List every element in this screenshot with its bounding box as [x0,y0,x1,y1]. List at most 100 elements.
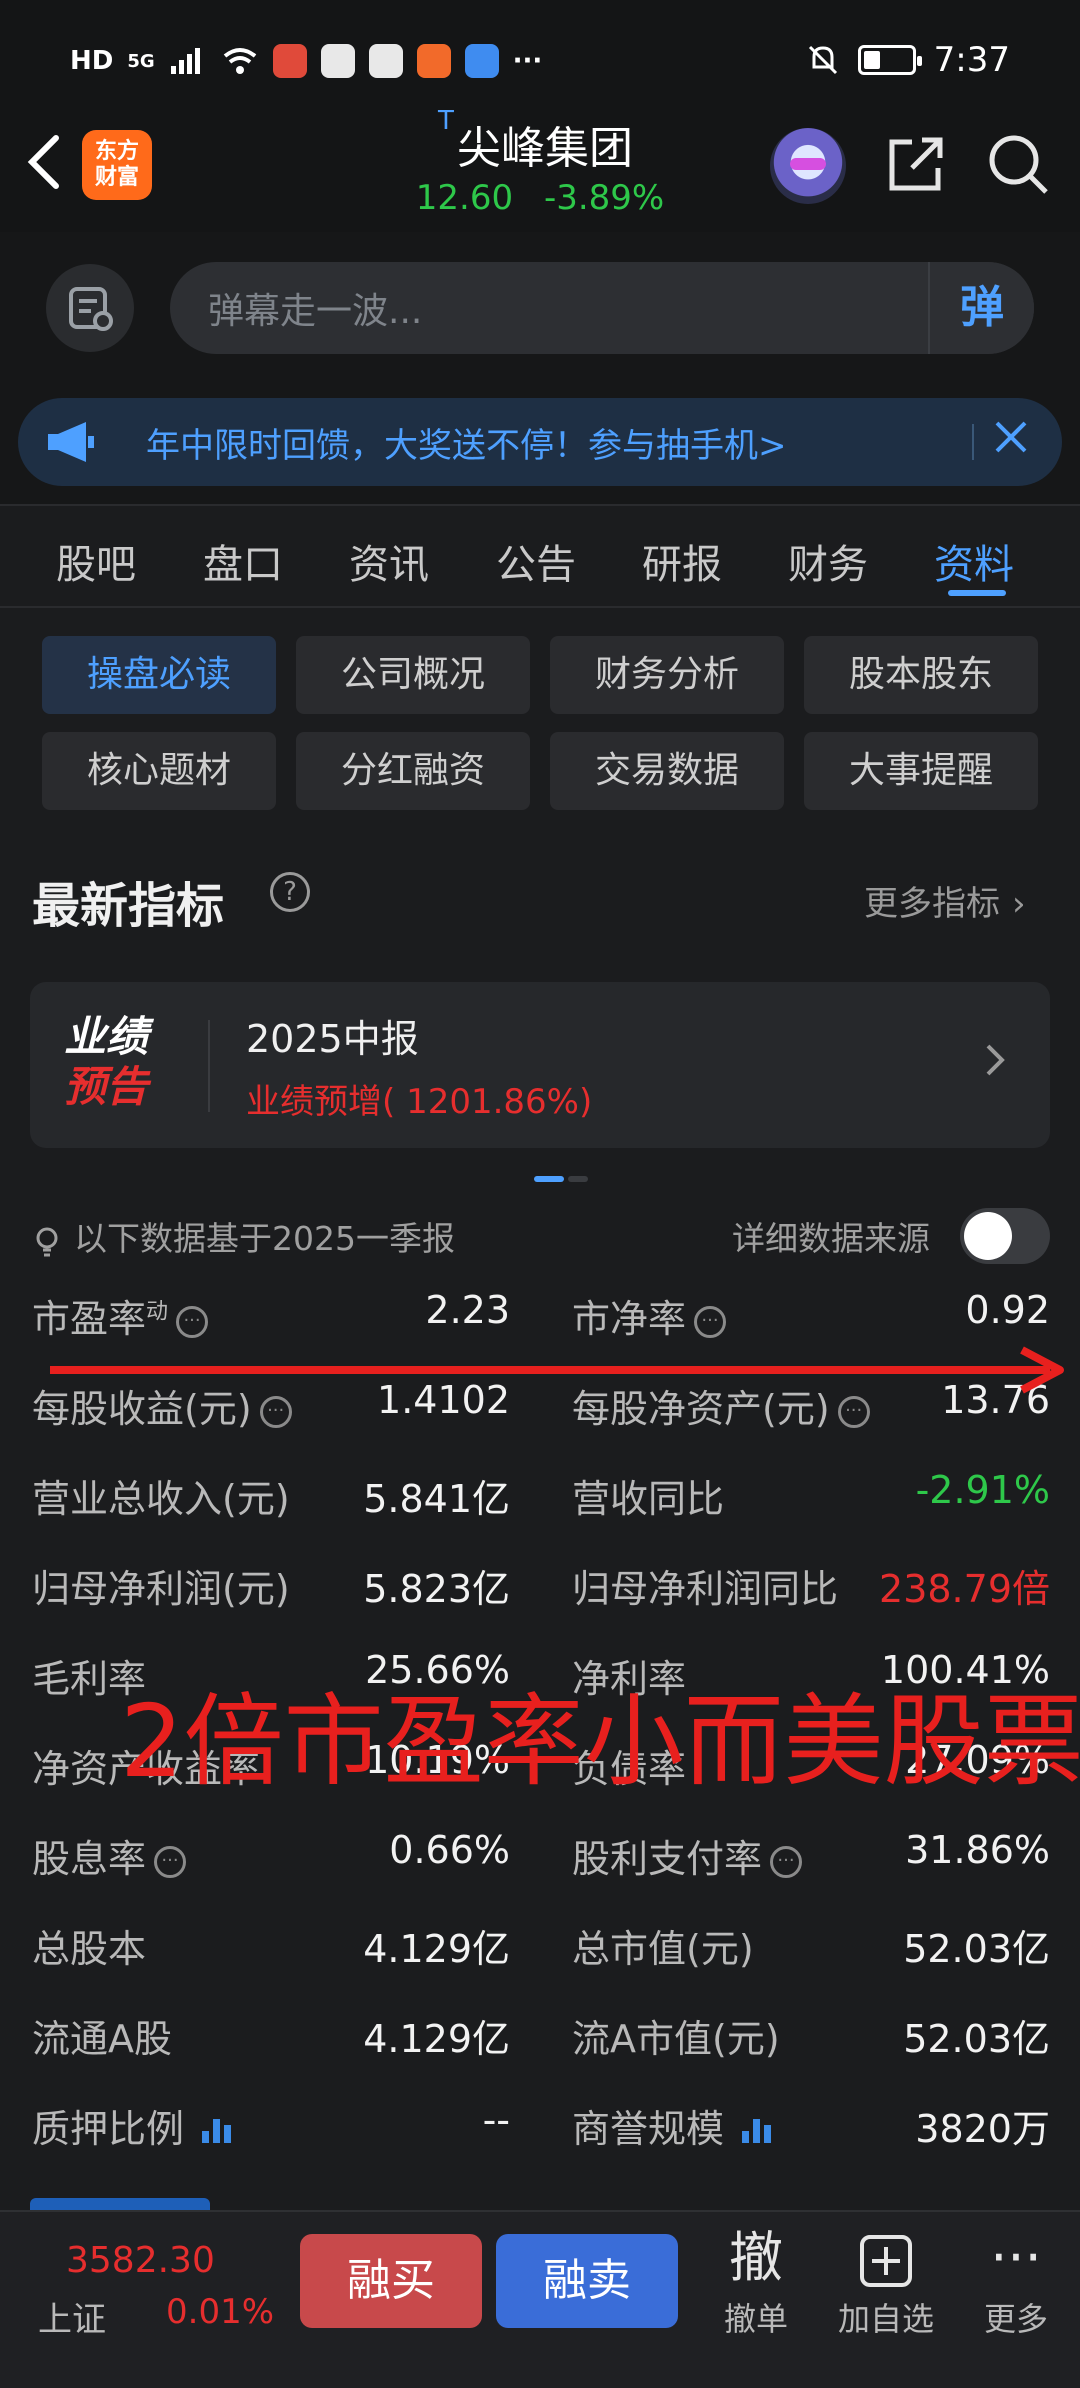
subnav-trading-guide[interactable]: 操盘必读 [42,636,276,714]
metric-label-right: 营收同比 [572,1468,724,1523]
promo-divider [972,424,974,460]
metric-label-text: 归母净利润(元) [32,1567,290,1611]
metric-label-left: 股息率 ··· [32,1828,187,1883]
annotation-text: 2倍市盈率小而美股票 [120,1683,1080,1800]
index-change[interactable]: 0.01% [166,2292,274,2332]
bar-chart-icon[interactable] [740,2110,776,2154]
metric-label-right: 市净率 ··· [572,1288,727,1343]
metric-value-right: 238.79倍 [879,1567,1050,1611]
news-app-icon [272,44,307,78]
metric-label-right: 流A市值(元) [572,2008,780,2063]
data-basis-note: 以下数据基于2025一季报 [32,1212,455,1260]
back-button[interactable] [24,132,74,202]
metric-label-left: 归母净利润(元) [32,1558,290,1613]
info-icon[interactable]: ··· [176,1305,209,1338]
help-icon[interactable]: ? [270,872,310,912]
margin-buy-button[interactable]: 融买 [300,2234,482,2328]
subnav-dividends[interactable]: 分红融资 [296,732,530,810]
more-indicators-label: 更多指标 [864,884,1000,924]
metric-label-text: 营收同比 [572,1477,725,1521]
subnav-trading-data[interactable]: 交易数据 [550,732,784,810]
subnav-core-themes[interactable]: 核心题材 [42,732,276,810]
index-name[interactable]: 上证 [38,2292,106,2341]
app-notify-icon-3 [416,44,451,78]
info-icon[interactable]: ··· [154,1845,187,1878]
tab-announcements[interactable]: 公告 [496,532,576,590]
subnav-financial-analysis[interactable]: 财务分析 [550,636,784,714]
promo-close-button[interactable] [986,416,1036,466]
metric-value-left: 5.841亿 [363,1477,510,1521]
app-notify-icon-2 [368,44,403,78]
metric-label-text: 归母净利润同比 [572,1567,839,1611]
close-icon [995,421,1027,453]
metric-value-right: -2.91% [915,1468,1050,1512]
carousel-pager [534,1176,594,1182]
tab-pankou[interactable]: 盘口 [203,532,283,590]
cancel-order-icon: 撤 [729,2226,783,2289]
metric-label-text: 流A市值(元) [572,2017,780,2061]
subnav-shareholders[interactable]: 股本股东 [804,636,1038,714]
main-tabs: 股吧 盘口 资讯 公告 研报 财务 资料 [0,504,1080,608]
tab-news[interactable]: 资讯 [349,532,429,590]
tab-research[interactable]: 研报 [642,532,722,590]
share-button[interactable] [884,132,948,196]
cancel-order-button[interactable]: 撤 撤单 [696,2222,816,2340]
data-source-toggle[interactable] [960,1208,1050,1264]
forecast-card[interactable] [30,982,1050,1148]
tab-profile[interactable]: 资料 [934,532,1014,590]
metric-label-right: 总市值(元) [572,1918,754,1973]
metric-value-right: 0.92 [965,1288,1050,1332]
status-bar-right: 7:37 [806,40,1010,80]
metric-label-text: 总股本 [32,1927,147,1971]
metric-label-right: 归母净利润同比 [572,1558,838,1613]
card-divider [208,1020,210,1112]
metric-value-left: -- [482,2098,510,2142]
add-watchlist-button[interactable]: 加自选 [826,2222,946,2340]
bar-chart-icon[interactable] [200,2110,236,2154]
metric-superscript: 动 [146,1299,169,1325]
robot-assistant-avatar[interactable] [770,128,846,204]
info-icon[interactable]: ··· [259,1395,292,1428]
promo-text[interactable]: 年中限时回馈，大奖送不停！参与抽手机> [146,418,787,467]
add-watchlist-label: 加自选 [837,2300,934,2338]
chevron-left-icon [27,135,59,189]
tab-finance[interactable]: 财务 [788,532,868,590]
metric-label-left: 市盈率动 ··· [32,1288,209,1343]
metric-value-left: 4.129亿 [363,2017,510,2061]
metric-label-text: 市净率 [572,1297,687,1341]
margin-sell-button[interactable]: 融卖 [496,2234,678,2328]
search-icon [989,135,1048,194]
metric-label-left: 总股本 [32,1918,146,1973]
danmaku-settings-button[interactable] [46,264,134,352]
tab-guba[interactable]: 股吧 [56,532,136,590]
subnav-company-overview[interactable]: 公司概况 [296,636,530,714]
metric-value-right: 3820万 [915,2107,1050,2151]
stock-name-text: 尖峰集团 [457,123,633,174]
danmaku-settings-icon [69,287,113,331]
metric-value-left: 0.66% [389,1828,510,1872]
more-button[interactable]: ··· 更多 [956,2222,1076,2340]
lightbulb-icon [32,1219,62,1258]
stock-change-pct: -3.89% [543,178,665,218]
subnav-events[interactable]: 大事提醒 [804,732,1038,810]
metric-label-text: 股利支付率 [572,1837,763,1881]
stock-name[interactable]: T 尖峰集团 [430,106,660,176]
index-value[interactable]: 3582.30 [66,2240,215,2281]
info-icon[interactable]: ··· [770,1845,803,1878]
network-badge: 5G [127,50,155,72]
data-source-label: 详细数据来源 [732,1219,930,1258]
metric-label-left: 营业总收入(元) [32,1468,290,1523]
danmaku-send-button[interactable]: 弹 [928,262,1034,354]
metric-label-text: 市盈率 [32,1297,147,1341]
brand-logo[interactable]: 东方 财富 [82,130,152,200]
section-title: 最新指标 [32,878,225,934]
metric-label-right: 商誉规模 [572,2098,776,2154]
bottom-hint-tab [30,2198,210,2210]
metric-value-left: 4.129亿 [363,1927,510,1971]
search-button[interactable] [986,132,1050,196]
info-icon[interactable]: ··· [694,1305,727,1338]
price-line: 12.60 -3.89% [400,178,680,218]
more-indicators-link[interactable]: 更多指标 › [864,876,1026,925]
hd-badge: HD [70,46,114,76]
forecast-badge-line1: 业绩 [64,1012,149,1061]
